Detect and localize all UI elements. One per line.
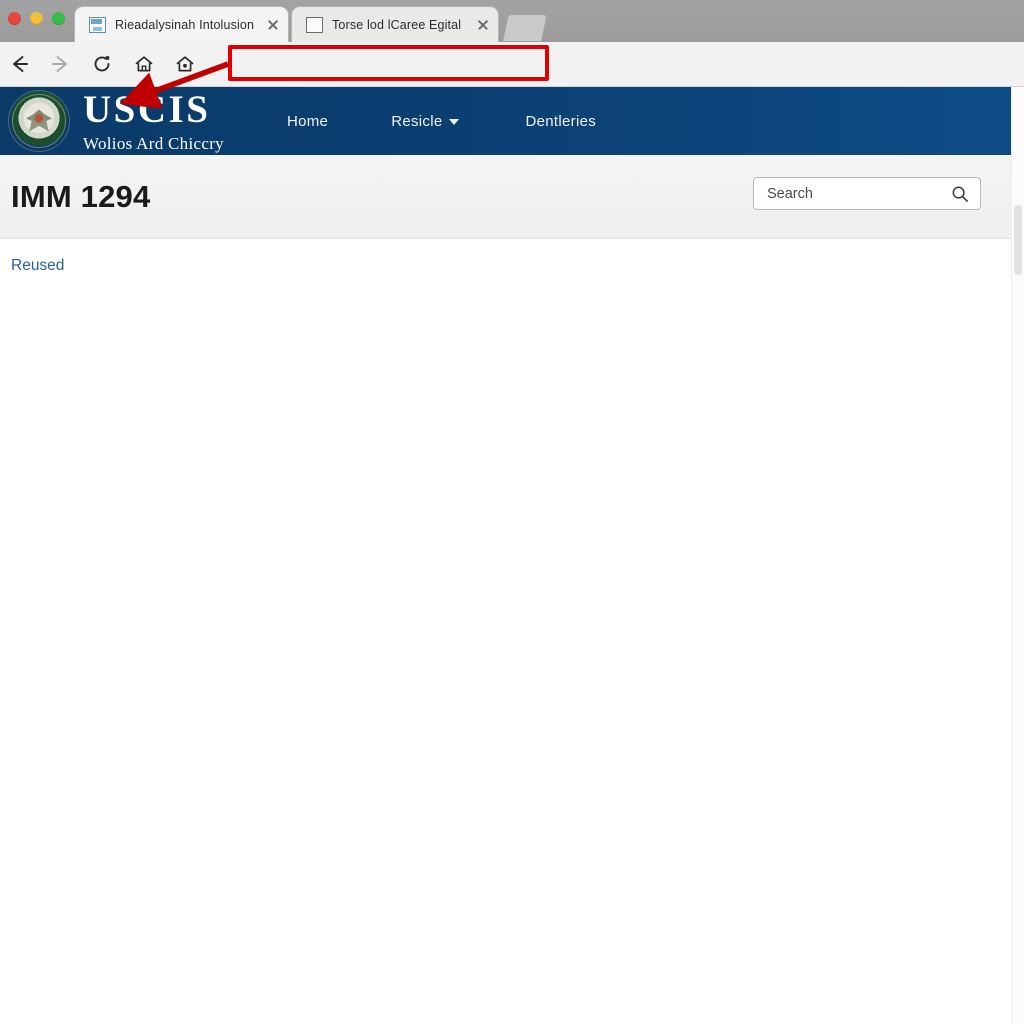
reload-icon [91, 53, 113, 75]
nav-item-home[interactable]: Home [287, 113, 328, 130]
nav-item-resicle[interactable]: Resicle [391, 112, 460, 130]
browser-toolbar: USCIS collect Uscics Depariertion' Collu… [0, 42, 1024, 121]
nav-item-label: Dentleries [525, 112, 597, 130]
page-content: Reused [0, 239, 1012, 1024]
tab-title: Torse lod lCaree Egital [332, 17, 462, 32]
reused-link[interactable]: Reused [11, 257, 64, 275]
close-icon[interactable] [474, 16, 492, 34]
window-maximize-button[interactable] [52, 12, 65, 25]
home-icon [133, 53, 155, 75]
forward-button[interactable] [47, 50, 75, 78]
search-icon[interactable] [951, 185, 969, 203]
browser-tab-bar: Rieadalysinah Intolusion Torse lod lCare… [0, 0, 1024, 43]
page-title: IMM 1294 [11, 178, 151, 214]
search-box[interactable] [753, 177, 981, 210]
home-button[interactable] [130, 50, 158, 78]
nav-item-label: Home [286, 112, 329, 130]
site-branding[interactable]: USCIS Wolios Ard Chiccry [83, 90, 224, 152]
close-icon[interactable] [264, 16, 282, 34]
brand-tagline: Wolios Ard Chiccry [83, 134, 224, 153]
reload-button[interactable] [88, 50, 116, 78]
browser-window: Rieadalysinah Intolusion Torse lod lCare… [0, 0, 1024, 1024]
tab-favicon-icon [89, 16, 106, 33]
scrollbar-thumb[interactable] [1014, 205, 1022, 275]
web-page: USCIS Wolios Ard Chiccry Home Resicle De… [0, 87, 1012, 1024]
nav-item-dentleries[interactable]: Dentleries [525, 113, 596, 130]
nav-item-label: Resicle [391, 112, 443, 130]
tab-title: Rieadalysinah Intolusion [115, 17, 255, 32]
tab-favicon-icon [306, 16, 323, 33]
main-navigation: Home Resicle Dentleries [287, 113, 1012, 130]
page-title-band: IMM 1294 [0, 155, 1012, 239]
arrow-right-icon [50, 53, 72, 75]
new-tab-button[interactable] [502, 14, 548, 41]
window-controls [8, 12, 65, 25]
home-alt-button[interactable] [171, 50, 199, 78]
browser-tab-2[interactable]: Torse lod lCaree Egital [291, 6, 499, 42]
back-button[interactable] [5, 50, 33, 78]
site-header: USCIS Wolios Ard Chiccry Home Resicle De… [0, 87, 1012, 155]
home-icon [174, 53, 196, 75]
search-input[interactable] [765, 184, 951, 203]
uscis-seal-icon [9, 91, 69, 151]
chevron-down-icon [449, 119, 460, 125]
page-scrollbar[interactable] [1011, 87, 1024, 1024]
window-close-button[interactable] [8, 12, 21, 25]
window-minimize-button[interactable] [30, 12, 43, 25]
arrow-left-icon [8, 53, 30, 75]
browser-tab-1[interactable]: Rieadalysinah Intolusion [74, 6, 289, 42]
brand-name: USCIS [83, 88, 211, 131]
